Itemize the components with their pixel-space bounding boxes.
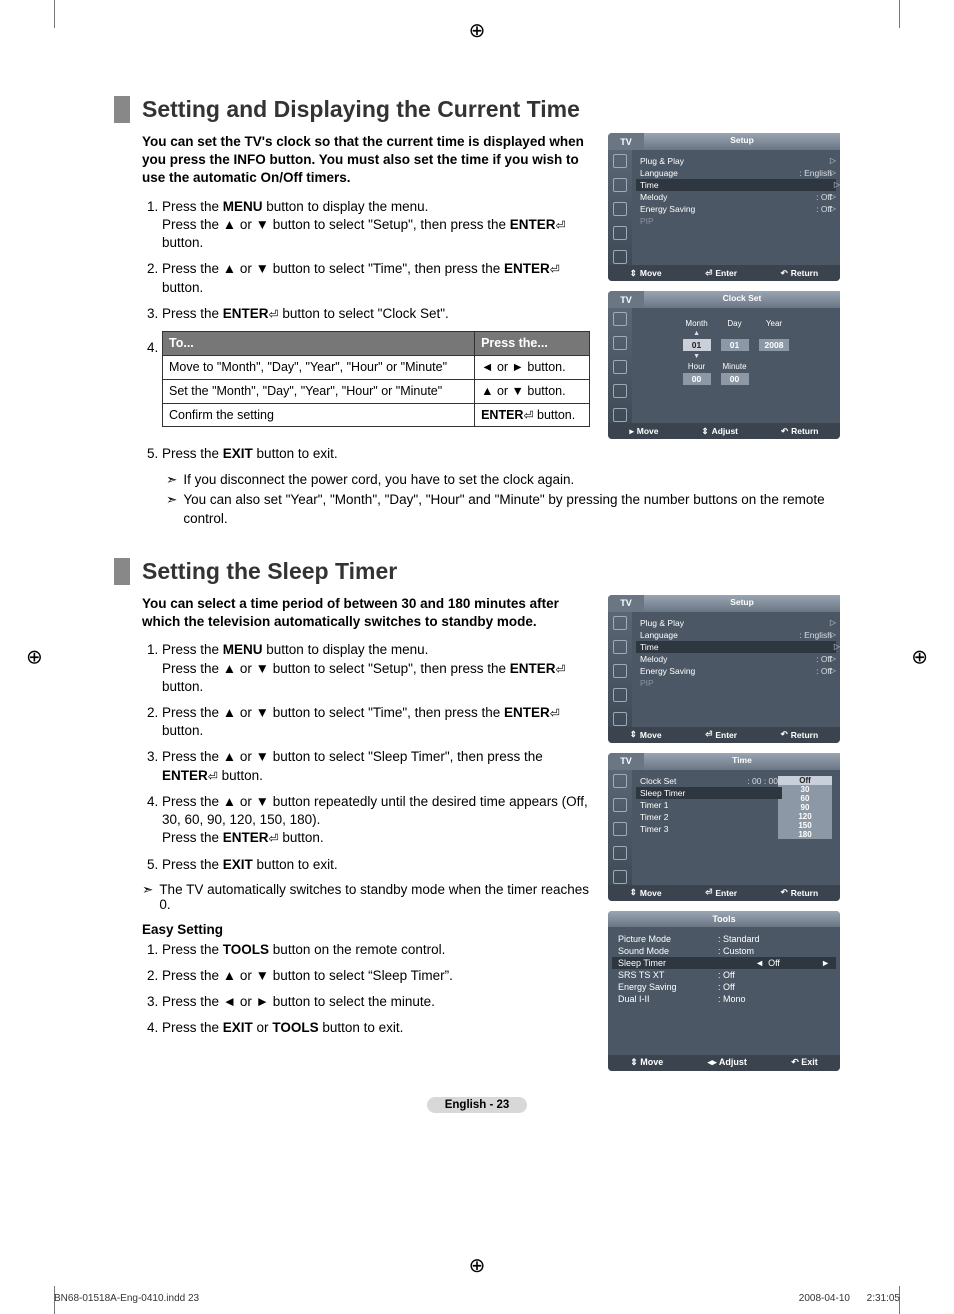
osd-icon <box>613 202 627 216</box>
osd-selected-row: Sleep Timer◄Off► <box>612 957 836 969</box>
instruction-table: To...Press the... Move to "Month", "Day"… <box>162 331 590 428</box>
note-arrow-icon: ➣ <box>142 882 153 912</box>
step: Press the ▲ or ▼ button to select "Time"… <box>162 704 590 740</box>
osd-setup-panel: TVSetup Plug & Play▷ Language: English▷ … <box>608 133 840 281</box>
enter-icon: ⏎ <box>523 408 533 422</box>
osd-tools-panel: Tools Picture Mode: Standard Sound Mode:… <box>608 911 840 1071</box>
step: Press the ▲ or ▼ button to select “Sleep… <box>162 967 590 985</box>
step: Press the MENU button to display the men… <box>162 198 590 253</box>
osd-nav-return: ↶ Return <box>781 268 819 279</box>
crop-mark <box>54 0 55 28</box>
enter-icon: ⏎ <box>269 307 279 321</box>
section-title: Setting and Displaying the Current Time <box>114 96 840 123</box>
right-arrow-icon: ► <box>821 958 830 968</box>
doc-meta-left: BN68-01518A-Eng-0410.indd 23 <box>54 1293 199 1304</box>
sleep-timer-options: Off 30 60 90 120 150 180 <box>778 776 832 883</box>
osd-icon <box>613 178 627 192</box>
page-number: English - 23 <box>427 1097 528 1113</box>
note-arrow-icon: ➣ <box>166 471 177 489</box>
section-intro: You can set the TV's clock so that the c… <box>142 133 590 188</box>
enter-icon: ⏎ <box>550 263 560 277</box>
section-title: Setting the Sleep Timer <box>114 558 840 585</box>
step: Press the EXIT button to exit. <box>162 856 590 874</box>
enter-icon: ⏎ <box>556 662 566 676</box>
section-intro: You can select a time period of between … <box>142 595 590 631</box>
osd-tab: TV <box>608 133 644 150</box>
osd-nav-move: ⇕ Move <box>630 268 662 279</box>
subheading: Easy Setting <box>142 922 590 937</box>
step: Press the MENU button to display the men… <box>162 641 590 696</box>
down-arrow-icon: ▼ <box>693 353 700 360</box>
note-arrow-icon: ➣ <box>166 491 177 527</box>
clock-minute-value: 00 <box>721 373 749 385</box>
osd-icon <box>613 250 627 264</box>
step: Press the ◄ or ► button to select the mi… <box>162 993 590 1011</box>
print-registration-left-icon: ⊕ <box>26 645 43 670</box>
osd-sidebar <box>608 150 632 265</box>
step: Press the TOOLS button on the remote con… <box>162 941 590 959</box>
left-arrow-icon: ◄ <box>755 958 764 968</box>
step: Press the ▲ or ▼ button to select "Sleep… <box>162 748 590 784</box>
enter-icon: ⏎ <box>269 832 279 846</box>
clock-year-value: 2008 <box>759 339 790 351</box>
clock-hour-value: 00 <box>683 373 711 385</box>
osd-nav-enter: ⏎ Enter <box>705 268 737 279</box>
step: To...Press the... Move to "Month", "Day"… <box>162 331 590 428</box>
note-text: You can also set "Year", "Month", "Day",… <box>183 491 840 527</box>
step: Press the ▲ or ▼ button repeatedly until… <box>162 793 590 848</box>
note-text: If you disconnect the power cord, you ha… <box>183 471 574 489</box>
step: Press the ▲ or ▼ button to select "Time"… <box>162 260 590 296</box>
doc-meta-right: 2008-04-10 2:31:05 <box>799 1293 900 1304</box>
clock-month-value: 01 <box>683 339 711 351</box>
osd-icon <box>613 154 627 168</box>
enter-icon: ⏎ <box>556 218 566 232</box>
clock-day-value: 01 <box>721 339 749 351</box>
print-registration-top-icon: ⊕ <box>469 18 486 43</box>
osd-selected-row: Time▷ <box>636 179 836 191</box>
step: Press the EXIT or TOOLS button to exit. <box>162 1019 590 1037</box>
note-text: The TV automatically switches to standby… <box>159 882 590 912</box>
crop-mark <box>899 0 900 28</box>
osd-clockset-panel: TVClock Set Month▲01▼Hour00 Day▲01▼Minut… <box>608 291 840 439</box>
osd-setup-panel: TVSetup Plug & Play▷ Language: English▷ … <box>608 595 840 743</box>
print-registration-bottom-icon: ⊕ <box>469 1253 486 1278</box>
osd-time-panel: TVTime Clock Set: 00 : 00 Sleep Timer Ti… <box>608 753 840 901</box>
step: Press the ENTER⏎ button to select "Clock… <box>162 305 590 323</box>
enter-icon: ⏎ <box>208 769 218 783</box>
osd-icon <box>613 226 627 240</box>
enter-icon: ⏎ <box>550 706 560 720</box>
up-arrow-icon: ▲ <box>693 330 700 337</box>
print-registration-right-icon: ⊕ <box>911 645 928 670</box>
